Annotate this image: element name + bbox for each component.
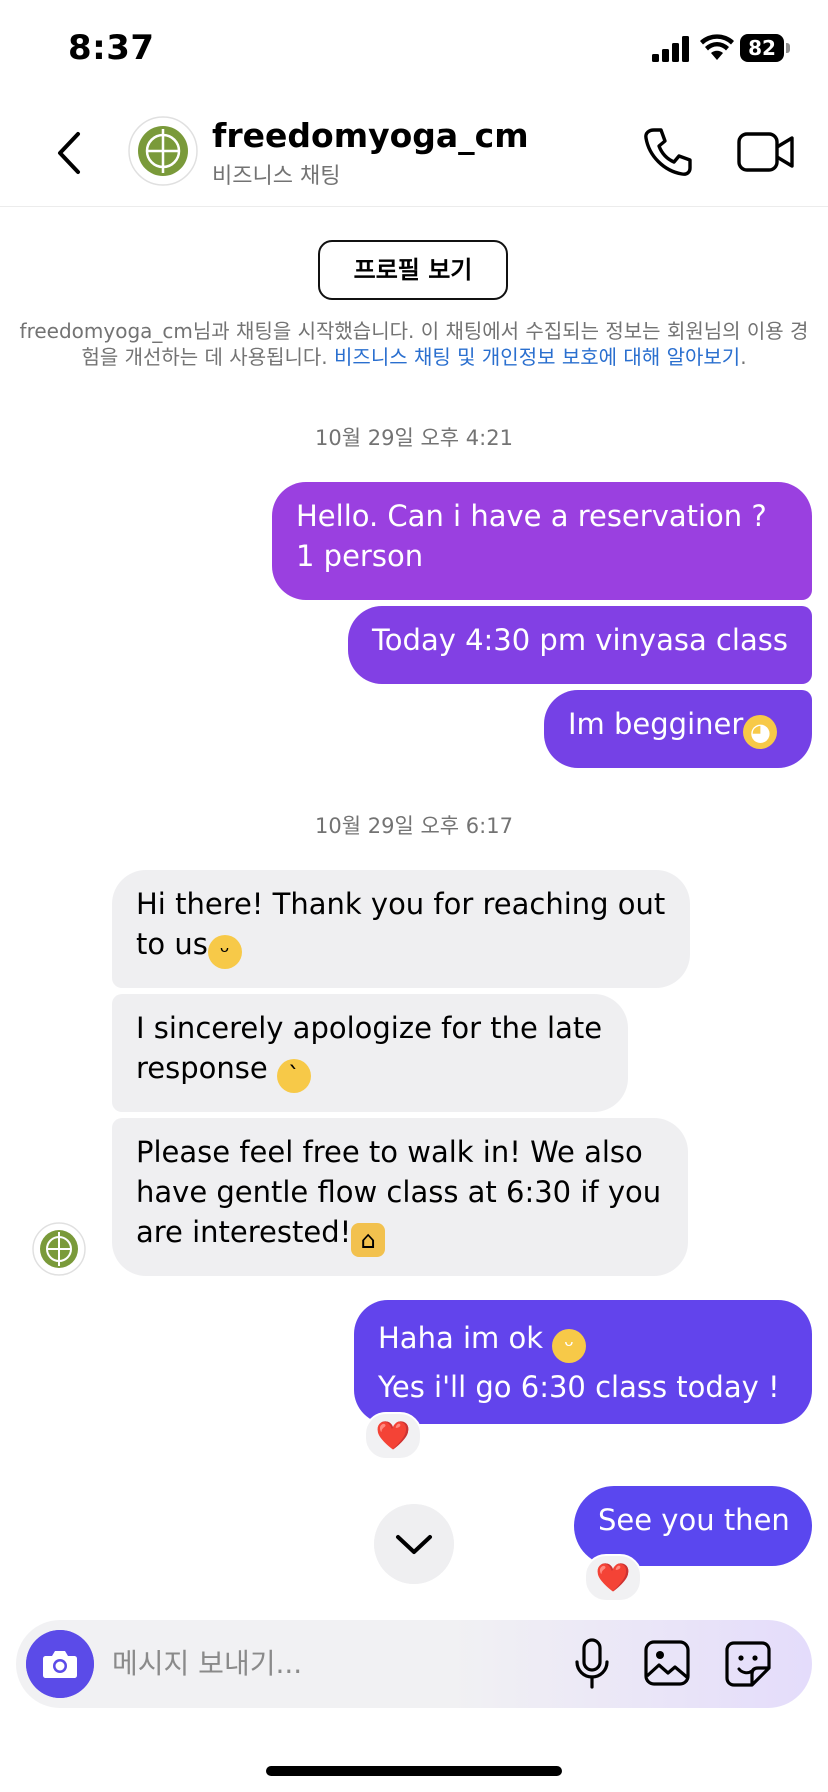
crying-face-emoji-icon: ˋ [276, 1059, 311, 1093]
message-bubble-out[interactable]: Haha im ok ᵕ Yes i'll go 6:30 class toda… [354, 1300, 812, 1424]
status-bar: 8:37 82 [0, 0, 828, 100]
message-text: Today 4:30 pm vinyasa class [372, 623, 788, 657]
chat-info-notice: freedomyoga_cm님과 채팅을 시작했습니다. 이 채팅에서 수집되는… [12, 318, 816, 370]
message-bubble-in[interactable]: Hi there! Thank you for reaching out to … [112, 870, 690, 988]
battery-tip [786, 43, 790, 53]
grinning-face-emoji-icon: ᵕ [552, 1329, 587, 1363]
message-input[interactable]: 메시지 보내기... [112, 1642, 302, 1682]
timestamp: 10월 29일 오후 4:21 [315, 426, 513, 450]
message-text: See you then [598, 1503, 790, 1537]
status-time: 8:37 [68, 28, 155, 68]
info-text-end: . [740, 345, 747, 369]
heart-reaction-icon[interactable]: ❤️ [584, 1554, 642, 1602]
profile-avatar[interactable] [128, 116, 198, 186]
message-bubble-in[interactable]: Please feel free to walk in! We also hav… [112, 1118, 688, 1276]
message-text: Im begginer [568, 707, 744, 741]
message-bubble-out[interactable]: Im begginer ◕ [544, 690, 812, 768]
privacy-info-link[interactable]: 비즈니스 채팅 및 개인정보 보호에 대해 알아보기 [334, 345, 740, 369]
wifi-icon [700, 34, 734, 60]
message-text: Yes i'll go 6:30 class today ! [378, 1370, 780, 1404]
scroll-to-bottom-button[interactable] [374, 1504, 454, 1584]
video-call-icon[interactable] [736, 128, 796, 176]
view-profile-button[interactable]: 프로필 보기 [318, 240, 508, 300]
message-text: Hello. Can i have a reservation ? 1 pers… [296, 499, 767, 573]
message-bubble-out[interactable]: Hello. Can i have a reservation ? 1 pers… [272, 482, 812, 600]
sticker-icon[interactable] [724, 1640, 772, 1688]
message-text: Haha im ok [378, 1321, 553, 1355]
phone-call-icon[interactable] [642, 126, 692, 178]
back-chevron-icon[interactable] [52, 128, 88, 178]
camera-icon[interactable] [26, 1630, 94, 1698]
message-bubble-out[interactable]: Today 4:30 pm vinyasa class [348, 606, 812, 684]
timestamp: 10월 29일 오후 6:17 [315, 814, 513, 838]
chat-title[interactable]: freedomyoga_cm [212, 116, 529, 155]
message-text: I sincerely apologize for the late respo… [136, 1011, 603, 1085]
folded-hands-emoji-icon: ⌂ [351, 1223, 386, 1257]
battery-level: 82 [740, 34, 784, 62]
message-line: Haha im ok ᵕ [378, 1318, 788, 1363]
microphone-icon[interactable] [574, 1638, 610, 1690]
chat-header: freedomyoga_cm 비즈니스 채팅 [0, 100, 828, 207]
home-indicator [266, 1766, 562, 1776]
battery-icon: 82 [740, 34, 792, 62]
sender-avatar[interactable] [32, 1222, 86, 1276]
pleading-face-emoji-icon: ◕ [743, 715, 778, 749]
gallery-icon[interactable] [644, 1640, 690, 1686]
cellular-signal-icon [652, 36, 689, 62]
heart-reaction-icon[interactable]: ❤️ [364, 1412, 422, 1460]
chat-subtitle: 비즈니스 채팅 [212, 164, 341, 189]
grinning-face-emoji-icon: ᵕ [207, 935, 242, 969]
message-bubble-in[interactable]: I sincerely apologize for the late respo… [112, 994, 628, 1112]
message-text: Please feel free to walk in! We also hav… [136, 1135, 662, 1249]
